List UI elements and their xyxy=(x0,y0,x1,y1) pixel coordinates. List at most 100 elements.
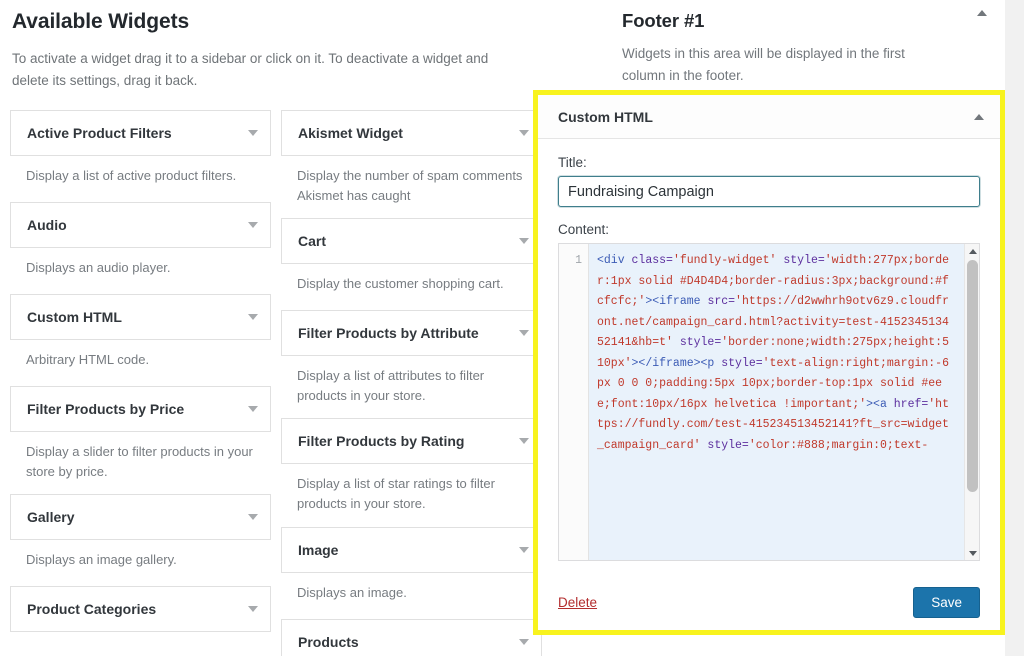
widget-header[interactable]: Filter Products by Price xyxy=(10,385,271,432)
chevron-down-icon[interactable] xyxy=(519,438,529,445)
widget-description: Arbitrary HTML code. xyxy=(26,351,150,367)
widget-description: Display a list of star ratings to filter… xyxy=(297,476,495,512)
widget-item-active-product-filters[interactable]: Active Product Filters Display a list of… xyxy=(10,109,271,202)
custom-html-panel-header[interactable]: Custom HTML xyxy=(538,95,1000,139)
title-field-label: Title: xyxy=(558,155,587,170)
widget-title: Products xyxy=(298,633,359,650)
widget-description: Displays an image. xyxy=(297,584,407,600)
code-token: style= xyxy=(707,438,749,452)
widget-column-right: Akismet Widget Display the number of spa… xyxy=(281,109,542,656)
widget-description: Displays an image gallery. xyxy=(26,552,177,567)
widget-description: Display the number of spam comments Akis… xyxy=(297,167,523,203)
custom-html-panel-footer: Delete Save xyxy=(538,574,1000,630)
widget-header[interactable]: Active Product Filters xyxy=(10,109,271,156)
widget-item-custom-html[interactable]: Custom HTML Arbitrary HTML code. xyxy=(10,293,271,386)
widget-header[interactable]: Akismet Widget xyxy=(281,109,542,156)
widget-title: Akismet Widget xyxy=(298,124,403,141)
widget-column-left: Active Product Filters Display a list of… xyxy=(10,109,271,656)
code-token: class= xyxy=(631,254,673,267)
code-token: ><iframe xyxy=(645,295,708,308)
code-token: src= xyxy=(707,295,736,308)
title-input[interactable] xyxy=(558,176,980,207)
widget-title: Audio xyxy=(27,216,67,233)
chevron-down-icon[interactable] xyxy=(248,514,258,520)
widget-header[interactable]: Custom HTML xyxy=(10,293,271,340)
highlight-annotation: Custom HTML Title: Content: 1 <div class… xyxy=(533,90,1005,635)
widget-header[interactable]: Products xyxy=(281,618,542,656)
code-token: <div xyxy=(597,254,632,267)
editor-vertical-scrollbar[interactable] xyxy=(964,244,979,560)
widget-header[interactable]: Cart xyxy=(281,218,542,264)
chevron-up-icon[interactable] xyxy=(974,113,984,120)
widget-item-filter-products-by-rating[interactable]: Filter Products by Rating Display a list… xyxy=(281,418,542,526)
widget-header[interactable]: Image xyxy=(281,526,542,573)
code-token: ><a xyxy=(866,397,894,411)
code-content[interactable]: <div class='fundly-widget' style='width:… xyxy=(589,244,964,560)
chevron-down-icon[interactable] xyxy=(248,405,258,412)
code-token: ></iframe><p xyxy=(631,356,722,370)
chevron-down-icon[interactable] xyxy=(248,313,258,320)
widget-title: Image xyxy=(298,541,339,558)
panel-background-filler xyxy=(600,638,1005,656)
widget-title: Cart xyxy=(298,233,327,249)
widget-header[interactable]: Filter Products by Attribute xyxy=(281,310,542,356)
widget-description: Display the customer shopping cart. xyxy=(297,276,504,291)
chevron-down-icon[interactable] xyxy=(248,129,258,136)
page-title: Available Widgets xyxy=(12,10,190,33)
sidebar-footer-1-pane: Footer #1 Widgets in this area will be d… xyxy=(533,0,1005,656)
available-widgets-pane: Available Widgets To activate a widget d… xyxy=(0,0,600,656)
line-number: 1 xyxy=(575,254,582,267)
widget-item-cart[interactable]: Cart Display the customer shopping cart. xyxy=(281,218,542,310)
line-number-gutter: 1 xyxy=(559,244,589,560)
widget-title: Filter Products by Attribute xyxy=(298,325,479,341)
sidebar-description: Widgets in this area will be displayed i… xyxy=(622,46,905,83)
widget-item-filter-products-by-price[interactable]: Filter Products by Price Display a slide… xyxy=(10,385,271,494)
widget-item-akismet-widget[interactable]: Akismet Widget Display the number of spa… xyxy=(281,109,542,218)
code-token: style= xyxy=(679,336,722,349)
widget-header[interactable]: Audio xyxy=(10,201,271,248)
content-field-label: Content: xyxy=(558,222,610,237)
code-token: 'color:#888;margin:0;text- xyxy=(748,438,929,452)
widget-description: Displays an audio player. xyxy=(26,259,171,275)
code-token: style= xyxy=(721,356,763,370)
custom-html-panel-body: Title: Content: 1 <div class='fundly-wid… xyxy=(538,139,1000,574)
html-code-editor[interactable]: 1 <div class='fundly-widget' style='widt… xyxy=(558,243,980,561)
save-button[interactable]: Save xyxy=(913,586,980,618)
widget-header[interactable]: Product Categories xyxy=(10,586,271,632)
sidebar-title: Footer #1 xyxy=(622,10,705,31)
widget-item-product-categories[interactable]: Product Categories xyxy=(10,586,271,632)
custom-html-widget-panel: Custom HTML Title: Content: 1 <div class… xyxy=(538,95,1000,630)
chevron-down-icon[interactable] xyxy=(519,638,529,645)
widget-header[interactable]: Gallery xyxy=(10,494,271,540)
sidebar-header[interactable]: Footer #1 Widgets in this area will be d… xyxy=(600,0,1005,101)
widget-description: Display a list of active product filters… xyxy=(26,167,237,183)
widget-item-products[interactable]: Products xyxy=(281,618,542,656)
code-token: href= xyxy=(893,397,929,411)
chevron-down-icon[interactable] xyxy=(248,221,258,228)
code-token: style= xyxy=(783,254,825,267)
custom-html-panel-title: Custom HTML xyxy=(558,108,653,125)
chevron-down-icon[interactable] xyxy=(519,546,529,553)
widget-item-gallery[interactable]: Gallery Displays an image gallery. xyxy=(10,494,271,586)
scroll-up-arrow-icon[interactable] xyxy=(965,244,979,258)
chevron-down-icon[interactable] xyxy=(519,238,529,244)
scroll-down-arrow-icon[interactable] xyxy=(965,546,979,560)
delete-link[interactable]: Delete xyxy=(558,595,597,610)
chevron-down-icon[interactable] xyxy=(519,330,529,336)
widget-title: Product Categories xyxy=(27,601,157,617)
chevron-up-icon[interactable] xyxy=(977,10,987,16)
widget-description: Display a list of attributes to filter p… xyxy=(297,368,485,404)
widget-item-filter-products-by-attribute[interactable]: Filter Products by Attribute Display a l… xyxy=(281,310,542,418)
widgets-admin-screen: Available Widgets To activate a widget d… xyxy=(0,0,1024,656)
widget-item-audio[interactable]: Audio Displays an audio player. xyxy=(10,201,271,294)
widget-header[interactable]: Filter Products by Rating xyxy=(281,418,542,465)
widget-title: Filter Products by Rating xyxy=(298,433,465,450)
widget-grid: Active Product Filters Display a list of… xyxy=(10,109,588,656)
widget-title: Active Product Filters xyxy=(27,124,172,141)
widget-title: Gallery xyxy=(27,509,75,525)
chevron-down-icon[interactable] xyxy=(519,129,529,136)
scrollbar-thumb[interactable] xyxy=(967,260,978,492)
code-token: 'fundly-widget' xyxy=(672,254,784,267)
widget-item-image[interactable]: Image Displays an image. xyxy=(281,526,542,619)
chevron-down-icon[interactable] xyxy=(248,606,258,612)
